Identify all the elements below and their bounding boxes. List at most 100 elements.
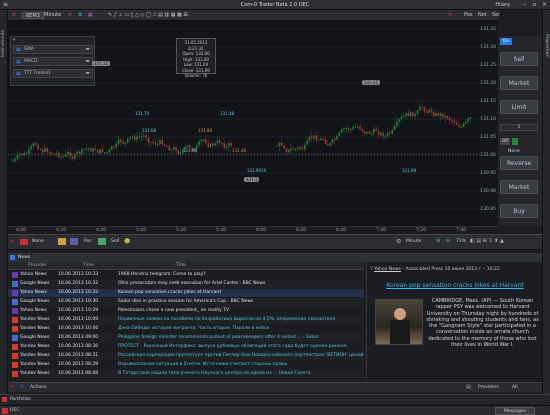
news-row[interactable]: Yahoo News 10.06.2013 10:32 Korean pop sen… bbox=[8, 289, 364, 297]
bottom-tag[interactable]: 131.98 bbox=[402, 168, 416, 173]
candle[interactable] bbox=[131, 136, 134, 138]
candle[interactable] bbox=[92, 148, 95, 152]
candle[interactable] bbox=[278, 143, 281, 147]
order-tag[interactable]: 131.68 bbox=[142, 128, 156, 133]
candle[interactable] bbox=[366, 131, 368, 134]
buy-button[interactable]: Buy bbox=[500, 204, 538, 218]
interval-selector[interactable]: Minute bbox=[406, 239, 421, 244]
order-tag[interactable]: 131.48 bbox=[220, 111, 234, 116]
candle[interactable] bbox=[110, 146, 113, 150]
minimize-icon[interactable]: – bbox=[520, 1, 529, 9]
candle[interactable] bbox=[343, 128, 345, 130]
candle[interactable] bbox=[294, 149, 297, 151]
candle[interactable] bbox=[212, 143, 214, 146]
article-headline[interactable]: Korean pop sensation cracks jokes at Har… bbox=[370, 282, 540, 289]
candle[interactable] bbox=[389, 132, 391, 134]
news-row[interactable]: Yandex News 10.06.2013 10:09 Первичные зая… bbox=[8, 316, 364, 324]
bottom-tag[interactable]: 131.9019 bbox=[247, 168, 266, 173]
order-tag[interactable]: 131.48 bbox=[232, 148, 246, 153]
candle[interactable] bbox=[334, 139, 336, 141]
candle[interactable] bbox=[177, 150, 180, 154]
candle[interactable] bbox=[179, 152, 182, 154]
candle[interactable] bbox=[368, 131, 371, 134]
candle[interactable] bbox=[35, 143, 37, 145]
candle[interactable] bbox=[432, 111, 435, 117]
candle[interactable] bbox=[407, 112, 410, 117]
article-source[interactable]: Yahoo News bbox=[374, 267, 401, 272]
candle[interactable] bbox=[37, 144, 39, 150]
folder-icon[interactable] bbox=[58, 238, 66, 245]
candle[interactable] bbox=[304, 144, 306, 150]
candle[interactable] bbox=[154, 142, 157, 145]
bottom-price-tag[interactable]: 131.1 bbox=[244, 177, 260, 182]
news-row[interactable]: Yahoo News 10.06.2013 10:29 Palestinians c… bbox=[8, 307, 364, 315]
candle[interactable] bbox=[421, 106, 423, 108]
indicator-row[interactable]: ▣ SMA ◂▸ bbox=[13, 45, 93, 54]
portfolios-label[interactable]: Portfolios bbox=[10, 397, 31, 402]
candle[interactable] bbox=[39, 149, 42, 151]
indicator-arrows-icon[interactable]: ◂▸ bbox=[85, 71, 90, 76]
candle[interactable] bbox=[58, 152, 60, 157]
candle[interactable] bbox=[159, 140, 161, 145]
candle[interactable] bbox=[382, 132, 384, 137]
candle[interactable] bbox=[14, 158, 16, 161]
candle[interactable] bbox=[69, 152, 72, 157]
candle[interactable] bbox=[51, 152, 53, 155]
candle[interactable] bbox=[214, 143, 216, 146]
all-selector[interactable]: All bbox=[512, 385, 518, 390]
candle[interactable] bbox=[437, 113, 440, 116]
candle[interactable] bbox=[430, 109, 433, 112]
indicator-icon[interactable]: ▦ bbox=[88, 12, 93, 19]
candle[interactable] bbox=[108, 149, 111, 153]
column-time[interactable]: Time bbox=[83, 263, 94, 268]
providers-selector[interactable]: Providers bbox=[478, 385, 499, 390]
candle[interactable] bbox=[384, 135, 387, 137]
candle[interactable] bbox=[403, 116, 405, 118]
order-tag[interactable]: 131.88 bbox=[198, 128, 212, 133]
candle[interactable] bbox=[230, 143, 233, 146]
pos-button[interactable]: Pos bbox=[84, 239, 92, 244]
candle[interactable] bbox=[133, 136, 136, 140]
sell-button[interactable]: Sell bbox=[500, 52, 538, 66]
actions-menu[interactable]: Actions bbox=[30, 385, 46, 390]
draw-tools-icon[interactable]: ✎ ╱ ⊥ ▭ ▯ △ ◇ ◯ ⎍ ▤ ▥ ▦ ▩ ⊞ bbox=[108, 12, 188, 19]
candle[interactable] bbox=[202, 139, 205, 141]
candle[interactable] bbox=[446, 115, 449, 119]
close-icon[interactable]: ✕ bbox=[10, 239, 14, 245]
candle[interactable] bbox=[391, 129, 394, 134]
candle[interactable] bbox=[136, 136, 138, 140]
candle[interactable] bbox=[120, 139, 122, 142]
close-order-icon[interactable]: ✕ bbox=[448, 12, 452, 19]
user-name[interactable]: Hilary bbox=[495, 2, 510, 8]
candle[interactable] bbox=[317, 139, 320, 141]
candle[interactable] bbox=[442, 113, 444, 118]
close-chart-icon[interactable]: ✕ bbox=[12, 12, 16, 19]
net-label[interactable]: Net bbox=[478, 12, 487, 19]
none-selector[interactable]: None bbox=[32, 239, 44, 244]
candle[interactable] bbox=[219, 140, 221, 143]
candle[interactable] bbox=[223, 143, 226, 148]
candle[interactable] bbox=[225, 146, 228, 148]
off-toggle[interactable]: Off bbox=[500, 138, 510, 145]
candle[interactable] bbox=[409, 111, 412, 117]
indicator-toggle-icon[interactable]: ▣ bbox=[16, 59, 21, 65]
candle[interactable] bbox=[83, 148, 85, 150]
candle[interactable] bbox=[138, 136, 141, 138]
candle[interactable] bbox=[124, 142, 127, 144]
candle[interactable] bbox=[324, 139, 327, 144]
layout-icon[interactable] bbox=[70, 238, 78, 245]
candle[interactable] bbox=[85, 148, 88, 150]
candle[interactable] bbox=[453, 120, 456, 123]
candle[interactable] bbox=[315, 135, 318, 140]
candle[interactable] bbox=[147, 137, 150, 143]
candle[interactable] bbox=[276, 145, 279, 147]
candle[interactable] bbox=[306, 140, 308, 145]
candle[interactable] bbox=[400, 117, 403, 120]
candle[interactable] bbox=[458, 124, 460, 128]
column-title[interactable]: Title bbox=[176, 263, 186, 268]
candle[interactable] bbox=[414, 113, 417, 117]
symbol-selector[interactable]: 6EM3 bbox=[22, 12, 44, 19]
on-toggle[interactable]: On bbox=[500, 38, 512, 45]
people-icon[interactable]: ☻ bbox=[124, 238, 130, 245]
candle[interactable] bbox=[122, 141, 124, 144]
